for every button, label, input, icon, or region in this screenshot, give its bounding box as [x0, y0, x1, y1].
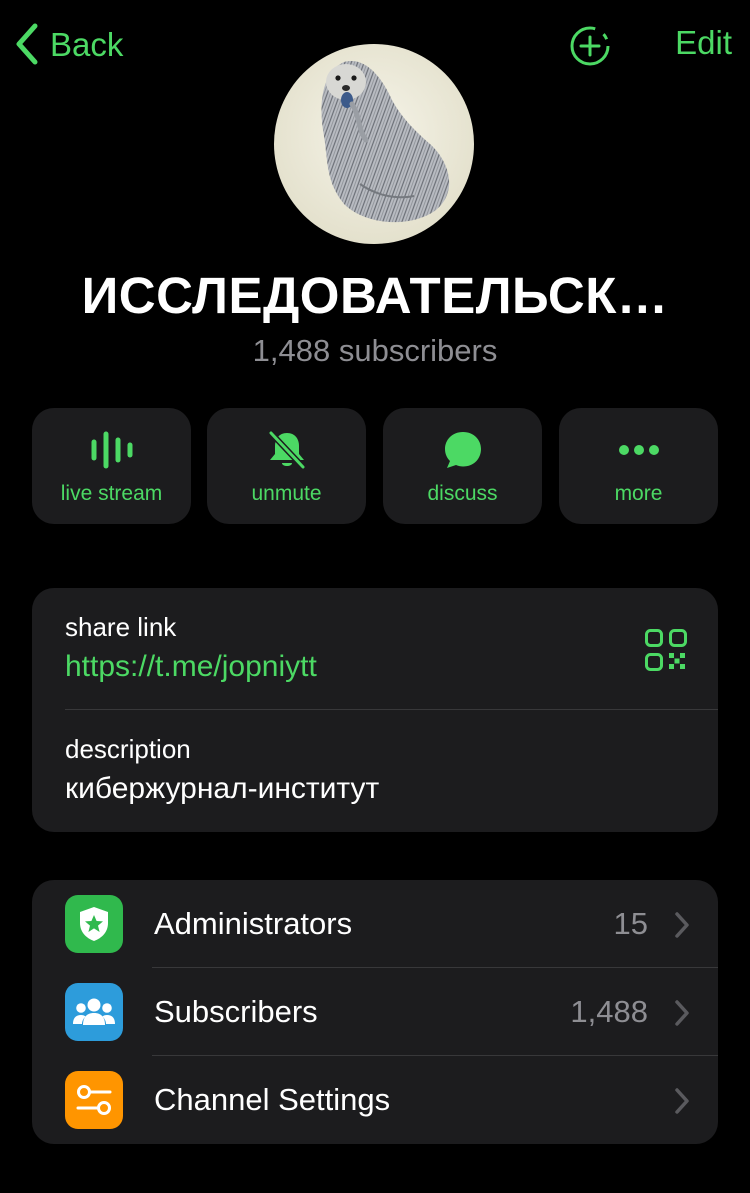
description-label: description	[65, 734, 191, 764]
chevron-right-icon	[675, 1088, 689, 1114]
unmute-label: unmute	[251, 482, 322, 505]
edit-button[interactable]: Edit	[675, 26, 732, 59]
people-icon	[73, 998, 115, 1025]
add-circle-dashed-icon	[570, 26, 610, 66]
administrators-label: Administrators	[154, 906, 353, 941]
more-label: more	[614, 482, 663, 505]
subscribers-icon-tile	[65, 983, 123, 1041]
bell-slash-icon	[267, 430, 306, 470]
unmute-button[interactable]: unmute	[207, 408, 366, 524]
channel-management-list: Administrators 15 Subscribers 1,488 Chan…	[32, 880, 718, 1144]
administrators-count: 15	[613, 906, 648, 941]
qr-code-button[interactable]	[644, 628, 688, 672]
discuss-button[interactable]: discuss	[383, 408, 542, 524]
channel-settings-row[interactable]: Channel Settings	[32, 1056, 718, 1144]
channel-profile-screen: Back Edit ИССЛЕДОВАТЕЛЬСК… 1,488 subscri…	[0, 0, 750, 1193]
administrators-icon-tile	[65, 895, 123, 953]
toggles-icon	[76, 1085, 112, 1115]
subscriber-count: 1,488 subscribers	[252, 333, 498, 368]
share-link-label: share link	[65, 612, 177, 642]
share-link-value[interactable]: https://t.me/jopniytt	[65, 650, 317, 684]
chevron-left-icon	[16, 23, 38, 65]
subscribers-count: 1,488	[570, 994, 648, 1029]
more-button[interactable]: more	[559, 408, 718, 524]
administrators-row[interactable]: Administrators 15	[32, 880, 718, 968]
back-button[interactable]: Back	[14, 22, 123, 66]
subscribers-label: Subscribers	[154, 994, 318, 1029]
shield-star-icon	[80, 907, 108, 941]
info-divider	[65, 709, 718, 710]
chat-bubble-icon	[444, 432, 481, 468]
info-card: share link https://t.me/jopniytt descrip…	[32, 588, 718, 832]
channel-settings-icon-tile	[65, 1071, 123, 1129]
chevron-right-icon	[675, 912, 689, 938]
back-label: Back	[50, 25, 124, 63]
qr-code-icon	[645, 629, 687, 671]
live-stream-label: live stream	[60, 482, 163, 505]
subscribers-row[interactable]: Subscribers 1,488	[32, 968, 718, 1056]
description-value: кибержурнал-институт	[65, 772, 380, 805]
channel-title: ИССЛЕДОВАТЕЛЬСК…	[81, 267, 669, 324]
hedgehog-illustration	[274, 44, 474, 244]
chevron-right-icon	[675, 1000, 689, 1026]
action-buttons: live stream unmute discuss more	[32, 408, 718, 524]
live-stream-button[interactable]: live stream	[32, 408, 191, 524]
channel-avatar[interactable]	[274, 44, 474, 244]
channel-settings-label: Channel Settings	[154, 1082, 391, 1117]
more-dots-icon	[618, 445, 659, 455]
live-stream-icon	[91, 431, 132, 469]
discuss-label: discuss	[427, 482, 498, 505]
add-button[interactable]	[568, 24, 612, 68]
